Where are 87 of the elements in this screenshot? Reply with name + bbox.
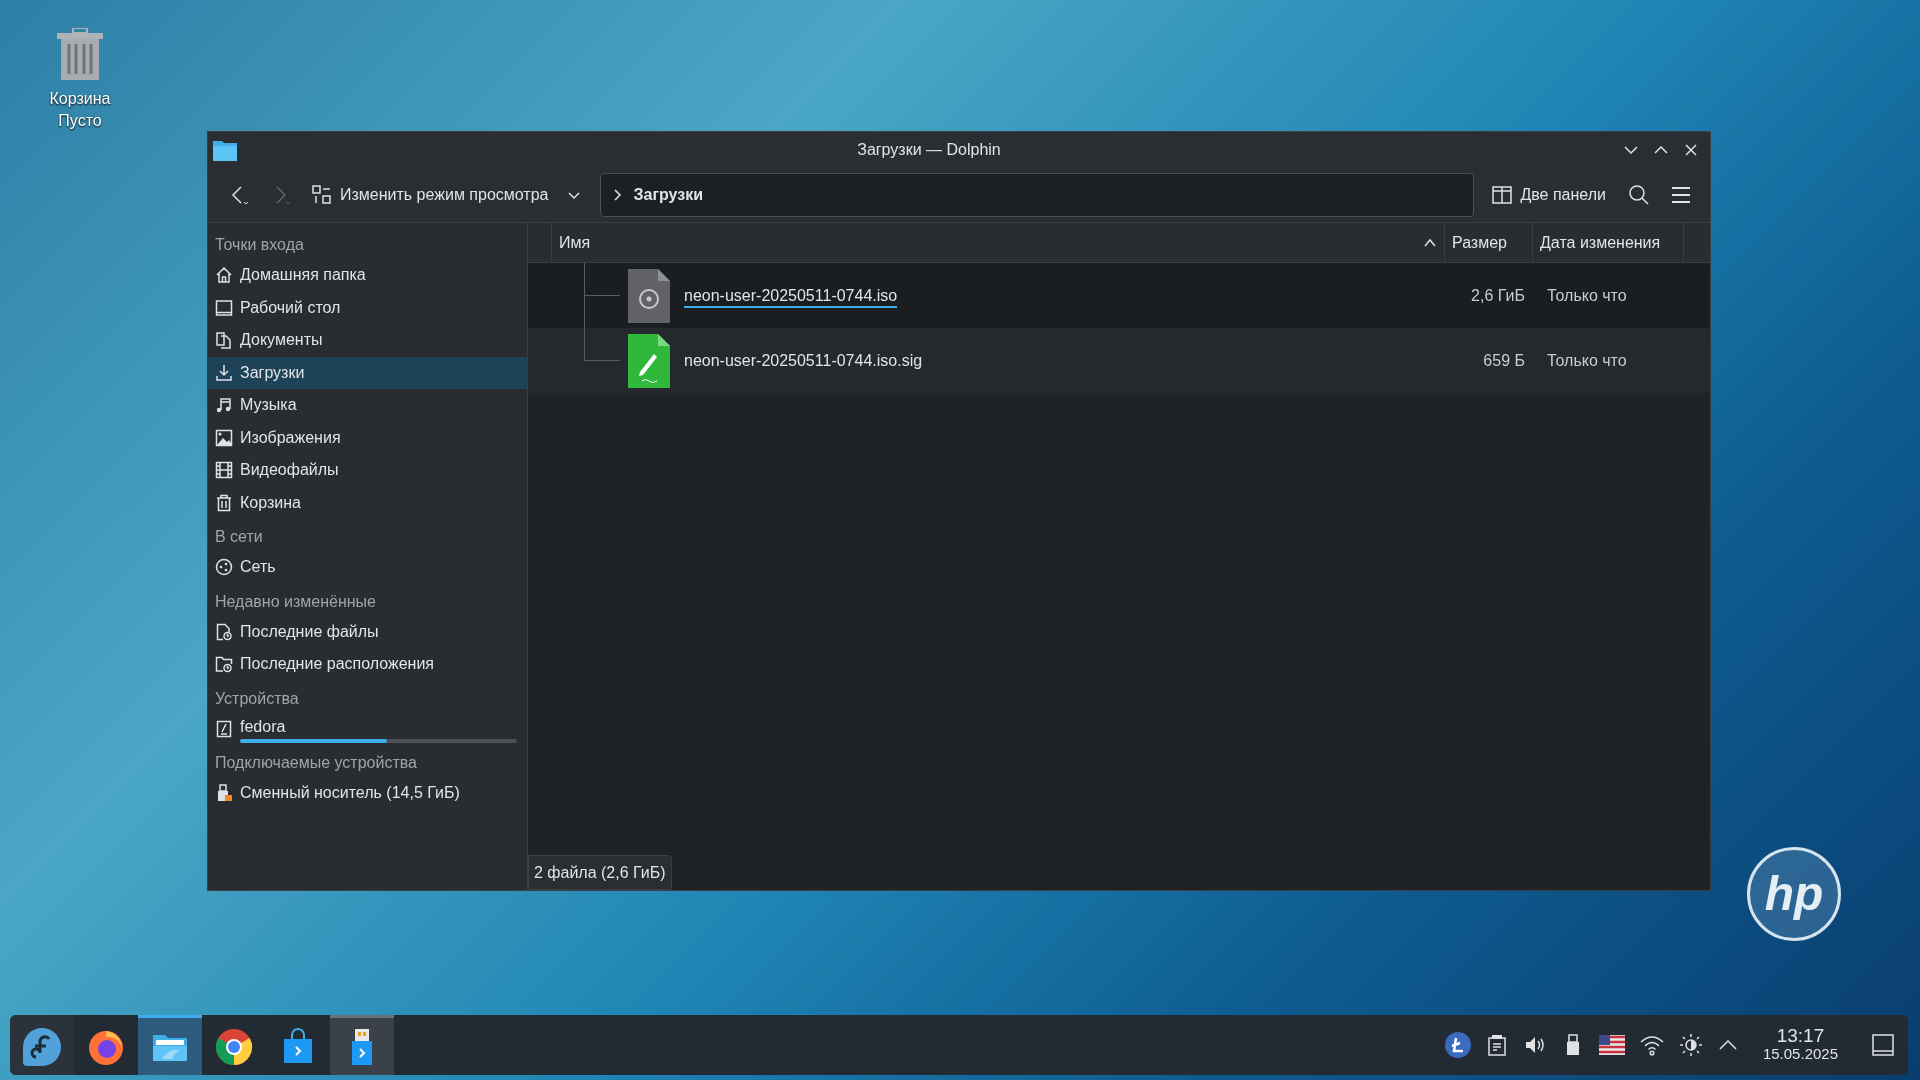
file-name[interactable]: neon-user-20250511-0744.iso	[684, 286, 898, 308]
litecoin-logo-icon[interactable]	[1444, 1032, 1471, 1058]
clock[interactable]: 13:17 15.05.2025	[1752, 1027, 1848, 1063]
places-item-label: Сеть	[240, 557, 277, 578]
section-heading: Точки входа	[214, 235, 305, 255]
desktop-icon-label: Корзина	[49, 89, 111, 109]
places-item-label: Рабочий стол	[240, 297, 342, 318]
clock-time: 13:17	[1776, 1027, 1825, 1045]
places-item[interactable]: Домашняя папка	[208, 259, 527, 292]
show-desktop-icon[interactable]	[1872, 1034, 1894, 1056]
window-title: Загрузки — Dolphin	[856, 139, 1002, 160]
column-header[interactable]: Размер	[1444, 223, 1532, 262]
column-header[interactable]: Дата изменения	[1532, 223, 1684, 262]
breadcrumb-item[interactable]: Загрузки	[633, 182, 704, 207]
taskbar-app-button[interactable]	[330, 1015, 394, 1075]
places-item[interactable]: Последние расположения	[208, 648, 527, 681]
file-name[interactable]: neon-user-20250511-0744.iso.sig	[684, 351, 923, 371]
recent-file-icon	[215, 622, 233, 641]
places-item-label: Загрузки	[240, 362, 306, 383]
places-item[interactable]: fedora	[208, 712, 527, 745]
places-item[interactable]: Музыка	[208, 389, 527, 422]
places-item[interactable]: Видеофайлы	[208, 454, 527, 487]
trash-icon	[215, 493, 233, 512]
status-label: 2 файла (2,6 ГиБ)	[528, 855, 672, 890]
file-size: 2,6 ГиБ	[1470, 285, 1526, 306]
documents-icon	[215, 331, 233, 350]
file-modified: Только что	[1546, 285, 1628, 306]
column-header-label: Имя	[559, 232, 592, 253]
view-mode-button[interactable]: Изменить режим просмотра	[304, 176, 591, 213]
signature-file-icon	[628, 333, 670, 388]
places-item[interactable]: Корзина	[208, 486, 527, 519]
brightness-icon[interactable]	[1678, 1033, 1703, 1057]
chrome-logo-icon	[214, 1026, 254, 1067]
places-item-label: Последние файлы	[240, 621, 380, 642]
disc-image-file-icon	[628, 268, 670, 323]
taskbar-app-button[interactable]	[138, 1015, 202, 1075]
download-icon	[215, 363, 233, 382]
us-flag-icon[interactable]	[1598, 1035, 1625, 1055]
places-item[interactable]: Рабочий стол	[208, 291, 527, 324]
column-header-label: Дата изменения	[1540, 232, 1662, 253]
music-note-icon	[215, 396, 233, 415]
column-header[interactable]: Имя	[551, 223, 1444, 262]
places-item[interactable]: Загрузки	[208, 356, 527, 389]
view-mode-icon	[312, 184, 332, 205]
section-heading: Недавно изменённые	[214, 591, 377, 612]
places-item-label: Домашняя папка	[240, 265, 367, 286]
places-item-label: Сменный носитель (14,5 ГиБ)	[240, 783, 461, 804]
section-heading: В сети	[214, 527, 264, 547]
clock-date: 15.05.2025	[1762, 1045, 1838, 1063]
places-item-label: fedora	[240, 716, 287, 737]
places-item-label: Корзина	[240, 492, 302, 513]
wifi-icon[interactable]	[1638, 1034, 1665, 1056]
usb-drive-icon	[215, 784, 233, 803]
image-icon	[215, 428, 233, 447]
desktop-icon	[215, 298, 233, 317]
file-row[interactable]: neon-user-20250511-0744.iso 2,6 ГиБ Только что	[528, 263, 1710, 328]
section-heading: Подключаемые устройства	[214, 753, 418, 773]
search-icon[interactable]	[1628, 183, 1650, 206]
split-view-button[interactable]: Две панели	[1484, 176, 1614, 213]
places-item-label: Музыка	[240, 395, 298, 416]
fedora-logo-icon	[22, 1026, 62, 1067]
section-heading: Устройства	[214, 688, 300, 709]
chevron-right-icon	[611, 188, 624, 201]
split-view-icon	[1492, 184, 1513, 205]
desktop-icon-sublabel: Пусто	[58, 111, 102, 131]
places-item[interactable]: Изображения	[208, 421, 527, 454]
file-row[interactable]: neon-user-20250511-0744.iso.sig 659 Б Только что	[528, 328, 1710, 393]
places-item-label: Последние расположения	[240, 654, 435, 675]
home-icon	[215, 266, 233, 285]
places-item[interactable]: Сеть	[208, 551, 527, 584]
recent-folder-icon	[215, 655, 233, 674]
column-header-label: Размер	[1452, 232, 1508, 253]
network-icon	[215, 558, 233, 577]
places-item[interactable]: Последние файлы	[208, 615, 527, 648]
file-modified: Только что	[1546, 350, 1628, 371]
places-item-label: Документы	[240, 330, 324, 351]
places-item[interactable]: Сменный носитель (14,5 ГиБ)	[208, 777, 527, 810]
file-size: 659 Б	[1482, 350, 1526, 371]
places-item-label: Изображения	[240, 427, 342, 448]
hp-logo: hp	[1747, 847, 1841, 941]
places-item-label: Видеофайлы	[240, 460, 340, 481]
folder-icon	[213, 138, 237, 161]
drive-icon	[215, 719, 233, 738]
breadcrumb-bar[interactable]: Загрузки	[600, 172, 1475, 217]
taskbar-app-button[interactable]	[10, 1015, 74, 1075]
places-item[interactable]: Документы	[208, 324, 527, 357]
film-icon	[215, 461, 233, 480]
